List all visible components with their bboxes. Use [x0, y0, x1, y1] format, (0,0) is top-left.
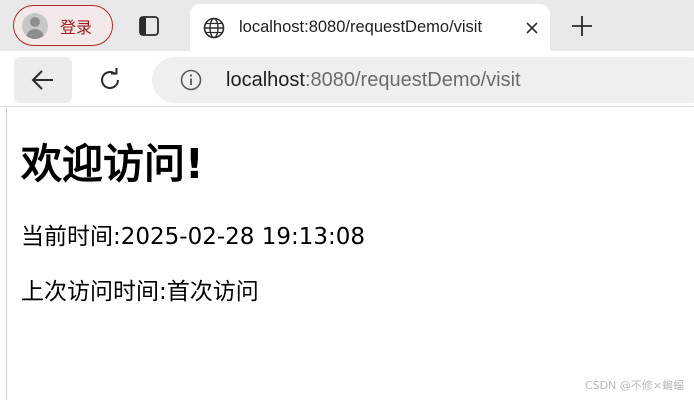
- person-avatar-icon: [22, 12, 48, 39]
- last-visit-label: 上次访问时间:: [21, 279, 167, 305]
- info-icon: [180, 69, 202, 91]
- site-info-button[interactable]: [179, 68, 203, 92]
- tab-actions-button[interactable]: [136, 13, 162, 39]
- last-visit-line: 上次访问时间:首次访问: [21, 272, 259, 306]
- current-time-line: 当前时间:2025-02-28 19:13:08: [21, 217, 365, 251]
- profile-label: 登录: [60, 17, 93, 37]
- arrow-left-icon: [31, 70, 53, 90]
- page-heading: 欢迎访问!: [21, 140, 204, 188]
- globe-icon: [202, 16, 226, 40]
- plus-icon: [572, 16, 592, 36]
- watermark: CSDN @不修×蝙蝠: [584, 379, 684, 392]
- page-viewport: 欢迎访问! 当前时间:2025-02-28 19:13:08 上次访问时间:首次…: [6, 108, 694, 400]
- tab-strip: 登录 localhost:8080/requestDemo/visit: [0, 0, 694, 51]
- tab-title: localhost:8080/requestDemo/visit: [239, 18, 483, 36]
- back-button[interactable]: [14, 57, 72, 103]
- last-visit-value: 首次访问: [166, 279, 259, 305]
- url-host: localhost: [226, 68, 305, 91]
- address-bar[interactable]: localhost:8080/requestDemo/visit: [152, 57, 694, 103]
- reload-button[interactable]: [88, 58, 132, 102]
- current-time-value: 2025-02-28 19:13:08: [120, 224, 366, 250]
- browser-toolbar: localhost:8080/requestDemo/visit: [0, 51, 694, 107]
- tab-actions-icon: [139, 16, 159, 36]
- close-icon: [526, 21, 538, 34]
- current-time-label: 当前时间:: [21, 224, 121, 250]
- url-path: :8080/requestDemo/visit: [304, 68, 521, 91]
- profile-button[interactable]: 登录: [13, 5, 113, 46]
- active-tab[interactable]: localhost:8080/requestDemo/visit: [190, 4, 550, 51]
- url-text[interactable]: localhost:8080/requestDemo/visit: [226, 69, 521, 92]
- close-tab-button[interactable]: [520, 16, 544, 40]
- reload-icon: [101, 68, 119, 89]
- new-tab-button[interactable]: [568, 12, 596, 40]
